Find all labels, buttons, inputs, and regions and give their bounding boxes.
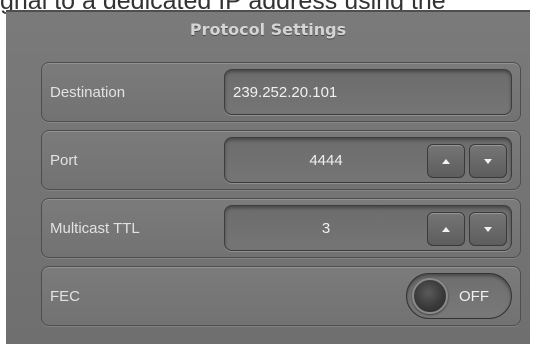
multicast-ttl-label: Multicast TTL: [50, 219, 140, 237]
panel-title: Protocol Settings: [189, 20, 347, 39]
ttl-increment-button[interactable]: [427, 212, 465, 246]
fec-row: FEC OFF: [41, 266, 521, 326]
chevron-up-icon: [442, 226, 450, 232]
multicast-ttl-stepper: 3: [224, 205, 512, 251]
chevron-down-icon: [484, 158, 492, 164]
multicast-ttl-value[interactable]: 3: [225, 220, 427, 237]
port-row: Port 4444: [41, 130, 521, 190]
port-decrement-button[interactable]: [469, 144, 507, 178]
destination-row: Destination 239.252.20.101: [41, 62, 521, 122]
fec-toggle-state: OFF: [459, 287, 489, 305]
port-value[interactable]: 4444: [225, 152, 427, 169]
fec-toggle[interactable]: OFF: [406, 273, 512, 319]
destination-label: Destination: [50, 83, 126, 101]
destination-input[interactable]: 239.252.20.101: [224, 69, 512, 115]
ttl-decrement-button[interactable]: [469, 212, 507, 246]
port-increment-button[interactable]: [427, 144, 465, 178]
chevron-down-icon: [484, 226, 492, 232]
protocol-settings-panel: Protocol Settings Destination 239.252.20…: [6, 10, 530, 344]
multicast-ttl-row: Multicast TTL 3: [41, 198, 521, 258]
chevron-up-icon: [442, 158, 450, 164]
fec-label: FEC: [50, 287, 80, 305]
port-stepper: 4444: [224, 137, 512, 183]
toggle-knob: [412, 278, 448, 314]
port-label: Port: [50, 151, 78, 169]
